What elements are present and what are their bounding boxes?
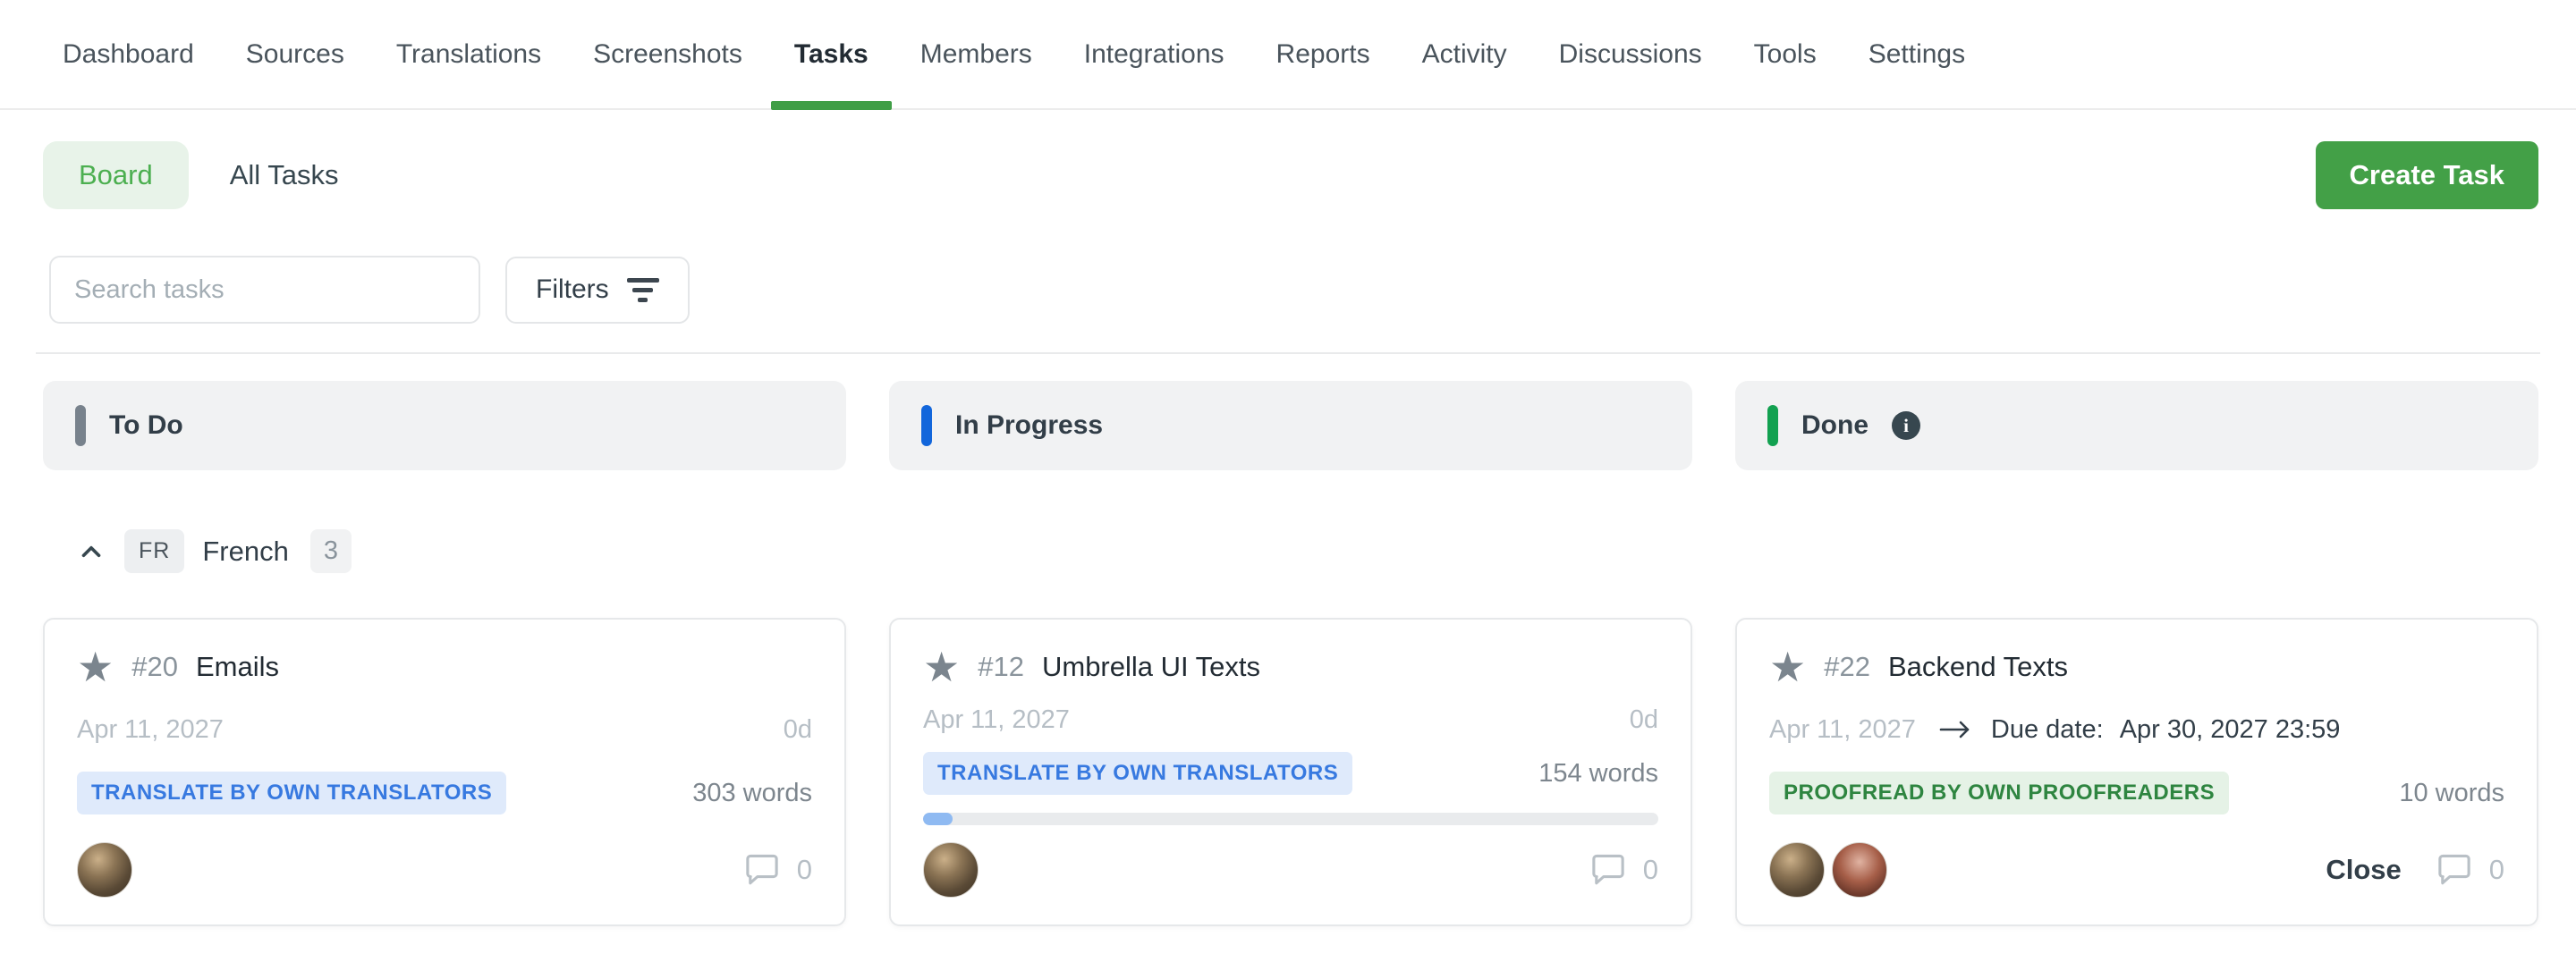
card-title-row: ★ #12 Umbrella UI Texts xyxy=(923,646,1658,688)
task-date: Apr 11, 2027 xyxy=(77,715,224,745)
word-count: 10 words xyxy=(2399,779,2504,808)
card-title-row: ★ #22 Backend Texts xyxy=(1769,646,2504,688)
comment-group[interactable]: 0 xyxy=(741,850,812,890)
create-task-button[interactable]: Create Task xyxy=(2316,141,2538,209)
card-title-row: ★ #20 Emails xyxy=(77,646,812,688)
task-duration: 0d xyxy=(1630,705,1658,735)
comment-count: 0 xyxy=(2489,854,2504,886)
task-card-umbrella-ui-texts[interactable]: ★ #12 Umbrella UI Texts Apr 11, 2027 0d … xyxy=(889,618,1692,926)
task-card-emails[interactable]: ★ #20 Emails Apr 11, 2027 0d TRANSLATE B… xyxy=(43,618,846,926)
nav-item-sources[interactable]: Sources xyxy=(246,0,344,108)
assignee-avatars xyxy=(77,842,132,898)
word-count: 303 words xyxy=(692,779,812,808)
task-type-badge: TRANSLATE BY OWN TRANSLATORS xyxy=(923,752,1352,795)
card-footer-row: 0 xyxy=(923,842,1658,898)
nav-item-activity[interactable]: Activity xyxy=(1422,0,1507,108)
due-date-value: Apr 30, 2027 23:59 xyxy=(2120,715,2341,745)
card-date-row: Apr 11, 2027 0d xyxy=(77,715,812,745)
tab-all-tasks[interactable]: All Tasks xyxy=(230,159,339,191)
comment-icon xyxy=(2434,850,2475,890)
nav-item-settings[interactable]: Settings xyxy=(1868,0,1965,108)
comment-icon xyxy=(741,850,783,890)
card-footer-row: Close 0 xyxy=(1769,842,2504,898)
filters-button-label: Filters xyxy=(536,274,609,305)
task-title: Backend Texts xyxy=(1888,651,2068,683)
task-title: Emails xyxy=(196,651,279,683)
nav-item-translations[interactable]: Translations xyxy=(396,0,541,108)
task-id: #20 xyxy=(131,651,178,683)
nav-item-members[interactable]: Members xyxy=(920,0,1032,108)
search-tasks-input[interactable] xyxy=(49,256,480,324)
nav-item-screenshots[interactable]: Screenshots xyxy=(593,0,742,108)
todo-status-bar xyxy=(75,405,86,446)
task-id: #12 xyxy=(978,651,1024,683)
nav-item-tools[interactable]: Tools xyxy=(1754,0,1817,108)
task-cards-row: ★ #20 Emails Apr 11, 2027 0d TRANSLATE B… xyxy=(0,573,2576,926)
nav-item-reports[interactable]: Reports xyxy=(1276,0,1370,108)
comment-count: 0 xyxy=(797,854,812,886)
task-count-badge: 3 xyxy=(310,529,352,573)
task-card-backend-texts[interactable]: ★ #22 Backend Texts Apr 11, 2027 Due dat… xyxy=(1735,618,2538,926)
comment-group[interactable]: 0 xyxy=(2434,850,2504,890)
filter-lines-icon xyxy=(627,278,659,302)
word-count: 154 words xyxy=(1538,759,1658,789)
assignee-avatars xyxy=(1769,842,1887,898)
language-group-header: FR French 3 xyxy=(0,470,2576,573)
nav-item-discussions[interactable]: Discussions xyxy=(1559,0,1702,108)
card-date-row: Apr 11, 2027 Due date: Apr 30, 2027 23:5… xyxy=(1769,715,2504,745)
card-badge-row: TRANSLATE BY OWN TRANSLATORS 154 words xyxy=(923,752,1658,795)
avatar[interactable] xyxy=(77,842,132,898)
star-icon[interactable]: ★ xyxy=(1769,646,1806,688)
card-date-row: Apr 11, 2027 0d xyxy=(923,705,1658,735)
filters-button[interactable]: Filters xyxy=(505,257,690,324)
board-columns-row: To Do In Progress Done i xyxy=(0,354,2576,470)
nav-item-tasks[interactable]: Tasks xyxy=(794,0,869,108)
progress-bar-fill xyxy=(923,813,953,825)
assignee-avatars xyxy=(923,842,979,898)
avatar[interactable] xyxy=(1832,842,1887,898)
avatar[interactable] xyxy=(923,842,979,898)
comment-icon xyxy=(1588,850,1629,890)
view-tabs-row: Board All Tasks Create Task xyxy=(0,110,2576,209)
due-date-group: Due date: Apr 30, 2027 23:59 xyxy=(1937,715,2340,745)
avatar[interactable] xyxy=(1769,842,1825,898)
column-header-in-progress: In Progress xyxy=(889,381,1692,470)
column-header-done: Done i xyxy=(1735,381,2538,470)
card-badge-row: TRANSLATE BY OWN TRANSLATORS 303 words xyxy=(77,772,812,814)
top-navigation: Dashboard Sources Translations Screensho… xyxy=(0,0,2576,110)
task-title: Umbrella UI Texts xyxy=(1042,651,1260,683)
comment-group[interactable]: 0 xyxy=(1588,850,1658,890)
info-icon[interactable]: i xyxy=(1892,411,1920,440)
tab-board[interactable]: Board xyxy=(43,141,189,209)
task-date: Apr 11, 2027 xyxy=(1769,715,1916,745)
nav-item-dashboard[interactable]: Dashboard xyxy=(63,0,194,108)
card-badge-row: PROOFREAD BY OWN PROOFREADERS 10 words xyxy=(1769,772,2504,814)
search-filters-row: Filters xyxy=(0,209,2576,324)
done-status-bar xyxy=(1767,405,1778,446)
column-label: In Progress xyxy=(955,410,1103,441)
task-duration: 0d xyxy=(784,715,812,745)
task-id: #22 xyxy=(1824,651,1870,683)
task-type-badge: TRANSLATE BY OWN TRANSLATORS xyxy=(77,772,506,814)
card-footer-row: 0 xyxy=(77,842,812,898)
star-icon[interactable]: ★ xyxy=(77,646,114,688)
in-progress-status-bar xyxy=(921,405,932,446)
language-code-badge: FR xyxy=(124,529,184,573)
chevron-up-icon[interactable] xyxy=(76,536,106,567)
column-header-todo: To Do xyxy=(43,381,846,470)
nav-item-integrations[interactable]: Integrations xyxy=(1084,0,1224,108)
column-label: Done xyxy=(1801,410,1868,441)
language-name: French xyxy=(202,536,288,568)
due-date-label: Due date: xyxy=(1991,715,2104,745)
column-label: To Do xyxy=(109,410,183,441)
task-type-badge: PROOFREAD BY OWN PROOFREADERS xyxy=(1769,772,2229,814)
progress-bar-track xyxy=(923,813,1658,825)
close-task-link[interactable]: Close xyxy=(2326,854,2401,886)
task-date: Apr 11, 2027 xyxy=(923,705,1070,735)
star-icon[interactable]: ★ xyxy=(923,646,960,688)
comment-count: 0 xyxy=(1643,854,1658,886)
arrow-right-icon xyxy=(1937,718,1975,741)
